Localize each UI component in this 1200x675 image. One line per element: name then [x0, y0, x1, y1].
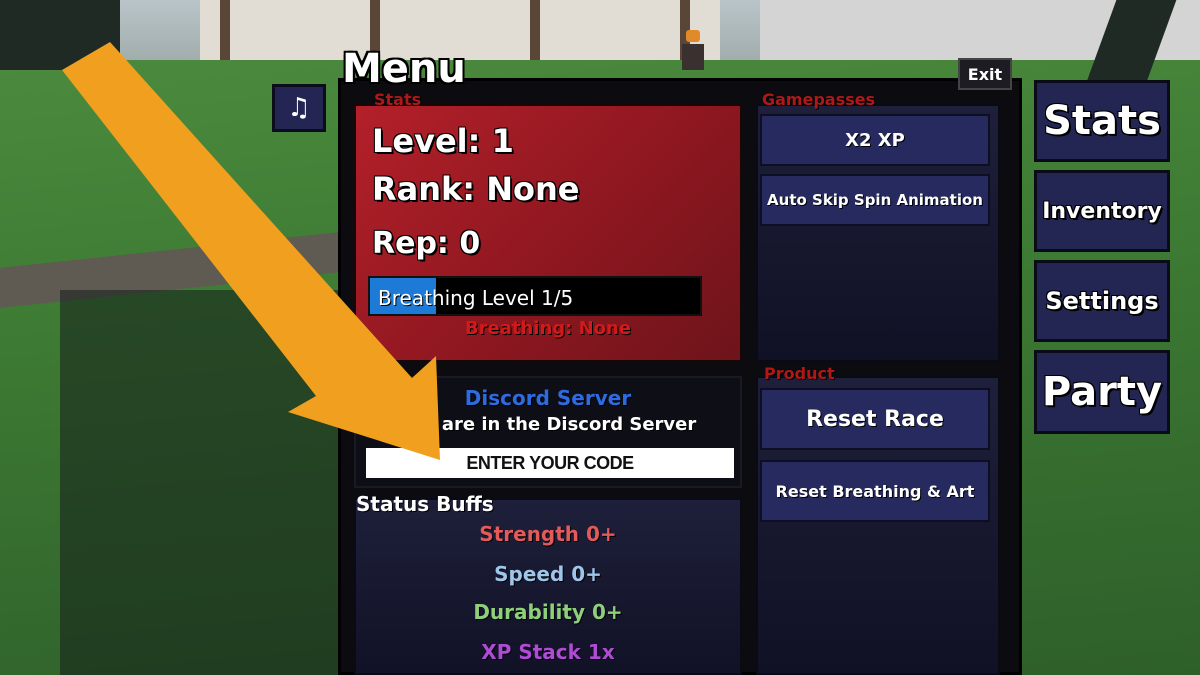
reset-breathing-art-button[interactable]: Reset Breathing & Art [760, 460, 990, 522]
discord-card: Discord Server des are in the Discord Se… [354, 376, 742, 488]
discord-server-title[interactable]: Discord Server [356, 386, 740, 410]
music-note-icon: ♫ [287, 93, 311, 123]
player-character [682, 30, 704, 70]
status-buffs-card: Strength 0+ Speed 0+ Durability 0+ XP St… [354, 498, 742, 675]
product-section-label: Product [764, 364, 835, 383]
breathing-style-text: Breathing: None [464, 318, 632, 339]
durability-buff: Durability 0+ [473, 600, 623, 624]
side-nav-settings[interactable]: Settings [1034, 260, 1170, 342]
x2-xp-button[interactable]: X2 XP [760, 114, 990, 166]
strength-buff: Strength 0+ [479, 522, 617, 546]
breathing-level-text: Breathing Level 1/5 [378, 286, 574, 310]
reset-race-button[interactable]: Reset Race [760, 388, 990, 450]
level-value: Level: 1 [372, 122, 514, 160]
menu-title: Menu [342, 46, 466, 92]
status-buffs-label: Status Buffs [356, 492, 494, 516]
stats-section-label: Stats [374, 90, 422, 109]
rep-value: Rep: 0 [372, 226, 481, 261]
rank-value: Rank: None [372, 170, 580, 208]
xp-stack-buff: XP Stack 1x [481, 640, 615, 664]
ground-shadow [60, 290, 350, 675]
exit-button[interactable]: Exit [958, 58, 1012, 90]
gamepasses-section-label: Gamepasses [762, 90, 876, 109]
side-nav-stats[interactable]: Stats [1034, 80, 1170, 162]
breathing-level-bar: Breathing Level 1/5 [368, 276, 702, 316]
music-toggle-button[interactable]: ♫ [272, 84, 326, 132]
auto-skip-spin-button[interactable]: Auto Skip Spin Animation [760, 174, 990, 226]
speed-buff: Speed 0+ [494, 562, 602, 586]
side-nav-inventory[interactable]: Inventory [1034, 170, 1170, 252]
stats-card: Level: 1 Rank: None Rep: 0 Breathing Lev… [354, 104, 742, 362]
tree-trunk [0, 0, 120, 70]
code-input[interactable] [366, 448, 734, 478]
side-nav-party[interactable]: Party [1034, 350, 1170, 434]
discord-codes-hint: des are in the Discord Server [399, 414, 697, 435]
